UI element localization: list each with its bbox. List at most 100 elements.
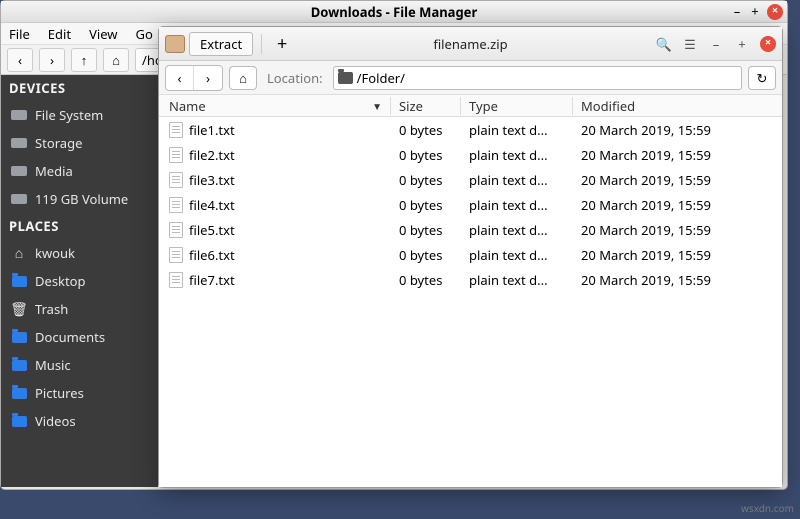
nav-forward-button[interactable]: › xyxy=(194,66,222,90)
file-icon xyxy=(169,147,183,163)
file-type: plain text d... xyxy=(461,146,573,164)
sidebar-item-place[interactable]: 🗑 Trash xyxy=(1,295,158,323)
file-name: file3.txt xyxy=(189,171,235,189)
archive-icon xyxy=(165,35,185,53)
sidebar-item-place[interactable]: Desktop xyxy=(1,267,158,295)
nav-back-button[interactable]: ‹ xyxy=(166,66,194,90)
disk-icon xyxy=(11,136,27,150)
sidebar-item-place[interactable]: Videos xyxy=(1,407,158,435)
minimize-button[interactable]: – xyxy=(731,6,743,18)
location-input[interactable]: /Folder/ xyxy=(333,66,742,90)
add-button[interactable]: + xyxy=(270,32,294,56)
folder-icon xyxy=(11,386,27,400)
sidebar-item-place[interactable]: ⌂ kwouk xyxy=(1,239,158,267)
sidebar-item-label: Pictures xyxy=(35,384,84,402)
file-type: plain text d... xyxy=(461,246,573,264)
file-size: 0 bytes xyxy=(391,196,461,214)
table-row[interactable]: file3.txt0 bytesplain text d...20 March … xyxy=(159,167,782,192)
menu-icon[interactable]: ☰ xyxy=(682,36,698,52)
file-name: file4.txt xyxy=(189,196,235,214)
menu-view[interactable]: View xyxy=(89,25,117,43)
disk-icon xyxy=(11,108,27,122)
file-name: file2.txt xyxy=(189,146,235,164)
location-label: Location: xyxy=(267,69,323,87)
minimize-button[interactable]: – xyxy=(708,36,724,52)
folder-icon xyxy=(11,330,27,344)
disk-icon xyxy=(11,192,27,206)
sidebar-item-device[interactable]: Media xyxy=(1,157,158,185)
sidebar-item-label: kwouk xyxy=(35,244,75,262)
column-type[interactable]: Type xyxy=(461,97,573,115)
file-name: file6.txt xyxy=(189,246,235,264)
file-type: plain text d... xyxy=(461,196,573,214)
file-manager-titlebar[interactable]: Downloads - File Manager – + × xyxy=(1,1,787,23)
sidebar-item-device[interactable]: 119 GB Volume xyxy=(1,185,158,213)
menu-file[interactable]: File xyxy=(9,25,30,43)
folder-icon xyxy=(11,274,27,288)
column-type-label: Type xyxy=(469,97,498,115)
sidebar-item-label: Desktop xyxy=(35,272,86,290)
file-icon xyxy=(169,222,183,238)
close-button[interactable]: × xyxy=(760,36,776,52)
table-row[interactable]: file6.txt0 bytesplain text d...20 March … xyxy=(159,242,782,267)
location-bar: ‹ › ⌂ Location: /Folder/ ↻ xyxy=(159,61,782,95)
folder-icon xyxy=(11,358,27,372)
sidebar-item-label: Documents xyxy=(35,328,105,346)
table-row[interactable]: file2.txt 0 bytesplain text d...20 March … xyxy=(159,142,782,167)
file-icon xyxy=(169,247,183,263)
file-modified: 20 March 2019, 15:59 xyxy=(573,196,782,214)
column-size[interactable]: Size xyxy=(391,97,461,115)
file-manager-sidebar: DEVICES File System Storage Media 119 GB Vo… xyxy=(1,75,158,487)
archive-manager-window: Extract + filename.zip 🔍 ☰ – + × ‹ › ⌂ L… xyxy=(158,26,783,488)
sidebar-item-place[interactable]: Documents xyxy=(1,323,158,351)
file-modified: 20 March 2019, 15:59 xyxy=(573,146,782,164)
file-list[interactable]: file1.txt0 bytesplain text d...20 March … xyxy=(159,117,782,487)
table-row[interactable]: file4.txt 0 bytesplain text d...20 March … xyxy=(159,192,782,217)
disk-icon xyxy=(11,164,27,178)
sidebar-item-label: Media xyxy=(35,162,73,180)
home-button[interactable]: ⌂ xyxy=(103,48,129,72)
up-button[interactable]: ↑ xyxy=(71,48,97,72)
forward-button[interactable]: › xyxy=(39,48,65,72)
table-row[interactable]: file5.txt0 bytesplain text d...20 March … xyxy=(159,217,782,242)
trash-icon: 🗑 xyxy=(11,302,27,316)
sidebar-heading-devices: DEVICES xyxy=(1,75,158,101)
sidebar-heading-places: PLACES xyxy=(1,213,158,239)
window-title: Downloads - File Manager xyxy=(311,3,478,21)
file-modified: 20 March 2019, 15:59 xyxy=(573,121,782,139)
file-type: plain text d... xyxy=(461,121,573,139)
search-icon[interactable]: 🔍 xyxy=(656,36,672,52)
back-button[interactable]: ‹ xyxy=(7,48,33,72)
menu-go[interactable]: Go xyxy=(136,25,153,43)
column-name-label: Name xyxy=(169,97,206,115)
sidebar-item-place[interactable]: Music xyxy=(1,351,158,379)
file-modified: 20 March 2019, 15:59 xyxy=(573,171,782,189)
file-size: 0 bytes xyxy=(391,121,461,139)
file-size: 0 bytes xyxy=(391,146,461,164)
nav-home-button[interactable]: ⌂ xyxy=(229,66,257,90)
sidebar-item-device[interactable]: Storage xyxy=(1,129,158,157)
sidebar-item-label: Trash xyxy=(35,300,68,318)
close-button[interactable]: × xyxy=(767,4,783,20)
sidebar-item-label: File System xyxy=(35,106,103,124)
file-icon xyxy=(169,122,183,138)
sidebar-item-label: 119 GB Volume xyxy=(35,190,128,208)
column-modified[interactable]: Modified xyxy=(573,97,782,115)
folder-icon xyxy=(11,414,27,428)
sort-indicator-icon: ▼ xyxy=(372,99,382,113)
sidebar-item-place[interactable]: Pictures xyxy=(1,379,158,407)
maximize-button[interactable]: + xyxy=(734,36,750,52)
archive-titlebar[interactable]: Extract + filename.zip 🔍 ☰ – + × xyxy=(159,27,782,61)
menu-edit[interactable]: Edit xyxy=(48,25,71,43)
maximize-button[interactable]: + xyxy=(749,6,761,18)
home-icon: ⌂ xyxy=(11,246,27,260)
sidebar-item-device[interactable]: File System xyxy=(1,101,158,129)
column-name[interactable]: Name ▼ xyxy=(159,97,391,115)
sidebar-item-label: Music xyxy=(35,356,71,374)
table-row[interactable]: file1.txt0 bytesplain text d...20 March … xyxy=(159,117,782,142)
file-type: plain text d... xyxy=(461,171,573,189)
watermark: wsxdn.com xyxy=(741,501,794,515)
refresh-button[interactable]: ↻ xyxy=(748,66,776,90)
table-row[interactable]: file7.txt0 bytesplain text d...20 March … xyxy=(159,267,782,292)
extract-button[interactable]: Extract xyxy=(189,32,253,56)
